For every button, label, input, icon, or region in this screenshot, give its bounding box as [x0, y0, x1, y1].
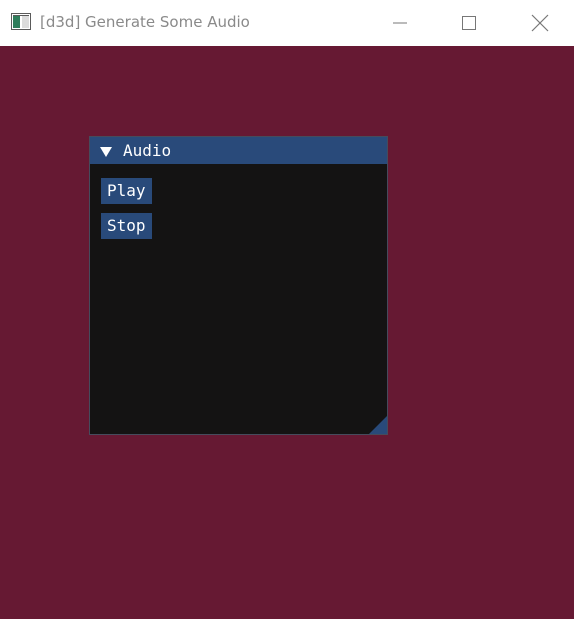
minimize-button[interactable] [383, 6, 417, 40]
audio-panel-title: Audio [123, 141, 172, 160]
minimize-icon [393, 22, 407, 24]
resize-grip-icon[interactable] [369, 416, 387, 434]
audio-panel[interactable]: Audio Play Stop [89, 136, 388, 435]
triangle-down-icon[interactable] [99, 145, 113, 157]
close-button[interactable] [523, 6, 557, 40]
maximize-icon [462, 16, 476, 30]
window-title: [d3d] Generate Some Audio [40, 13, 250, 31]
stop-button[interactable]: Stop [101, 213, 152, 239]
audio-panel-title-bar[interactable]: Audio [90, 137, 387, 164]
maximize-button[interactable] [452, 6, 486, 40]
window-title-bar[interactable]: [d3d] Generate Some Audio [0, 0, 574, 46]
play-button[interactable]: Play [101, 178, 152, 204]
app-icon [11, 13, 31, 30]
close-icon [531, 14, 549, 32]
